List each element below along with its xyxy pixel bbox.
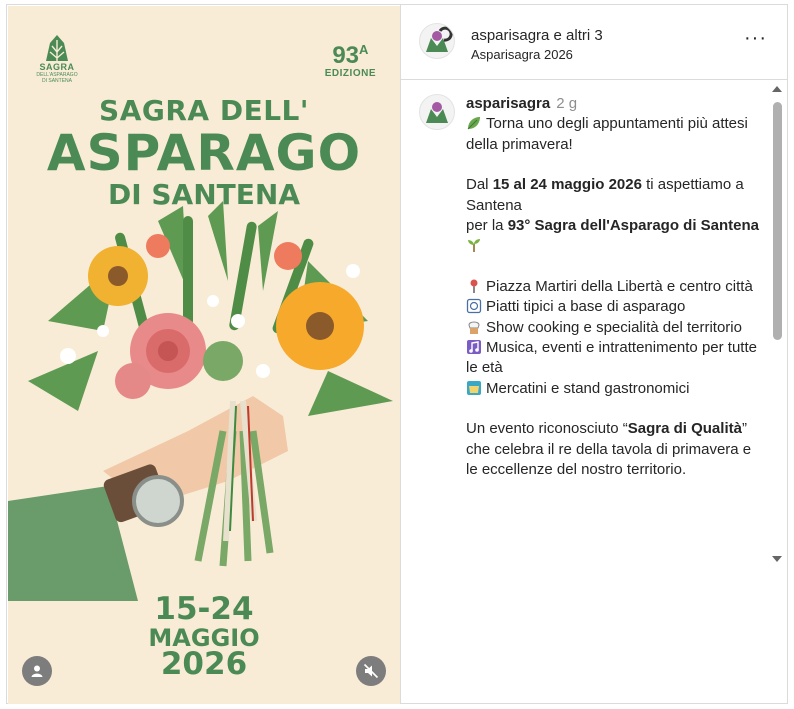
logo-subtext-2: DI SANTENA — [41, 78, 72, 84]
caption-text-span: per la — [466, 217, 508, 235]
caption-scrollbar[interactable] — [770, 80, 786, 568]
caption-item-food: Piatti tipici a base di asparago — [486, 298, 686, 316]
caption-avatar[interactable] — [419, 94, 455, 130]
edition-label: EDIZIONE — [324, 68, 376, 79]
caption-intro: Torna uno degli appuntamenti più attesi … — [466, 115, 748, 153]
scroll-down-arrow-icon[interactable] — [772, 556, 782, 562]
caption-text-span: Un evento riconosciuto “ — [466, 420, 628, 438]
chef-icon — [468, 321, 480, 334]
seedling-icon — [468, 239, 480, 253]
user-icon — [31, 665, 43, 677]
poster-year: 2026 — [160, 646, 248, 682]
caption-item-cooking: Show cooking e specialità del territorio — [486, 318, 742, 336]
caption-area: asparisagra 2 g Torna uno degli appuntame… — [401, 80, 787, 568]
poster-title-line1: SAGRA DELL' — [99, 94, 309, 127]
poster-dates: 15-24 — [154, 591, 254, 627]
account-name[interactable]: asparisagra e altri 3 — [471, 27, 603, 44]
leaf-icon — [467, 117, 480, 130]
account-subtitle[interactable]: Asparisagra 2026 — [471, 47, 573, 62]
pin-icon — [470, 279, 478, 293]
logo-text: SAGRA — [39, 62, 75, 72]
scrollbar-thumb[interactable] — [773, 102, 782, 340]
sagra-logo: SAGRA DELL'ASPARAGO DI SANTENA — [32, 34, 82, 84]
poster-image[interactable]: SAGRA DELL'ASPARAGO DI SANTENA 93A EDIZI… — [8, 6, 400, 704]
caption-item-market: Mercatini e stand gastronomici — [486, 379, 690, 397]
poster-title-line2: ASPARAGO — [46, 124, 362, 182]
caption-item-location: Piazza Martiri della Libertà e centro ci… — [486, 277, 753, 295]
caption-username[interactable]: asparisagra — [466, 95, 550, 112]
tagged-users-button[interactable] — [22, 656, 52, 686]
post-header: asparisagra e altri 3 Asparisagra 2026 ·… — [401, 5, 787, 80]
more-options-button[interactable]: ··· — [744, 27, 767, 50]
caption-item-music: Musica, eventi e intrattenimento per tut… — [466, 339, 757, 377]
edition-badge: 93A EDIZIONE — [325, 42, 376, 79]
mute-button[interactable] — [356, 656, 386, 686]
bouquet-illustration — [8, 201, 393, 601]
caption-time[interactable]: 2 g — [556, 95, 577, 112]
plate-cutlery-icon — [466, 299, 482, 314]
account-avatar[interactable] — [419, 23, 455, 59]
edition-sup: A — [359, 42, 369, 57]
caption-quality-label: Sagra di Qualità — [627, 420, 742, 438]
caption-event-name: 93° Sagra dell'Asparago di Santena — [507, 217, 760, 235]
caption-text-span: Dal — [466, 176, 493, 194]
shop-icon — [467, 380, 481, 395]
scroll-up-arrow-icon[interactable] — [772, 86, 782, 92]
edition-number: 93 — [332, 42, 360, 69]
music-icon — [467, 340, 481, 355]
speaker-muted-icon — [363, 663, 379, 679]
caption-dates: 15 al 24 maggio 2026 — [492, 176, 642, 194]
caption-text: asparisagra 2 g Torna uno degli appuntame… — [466, 94, 766, 481]
